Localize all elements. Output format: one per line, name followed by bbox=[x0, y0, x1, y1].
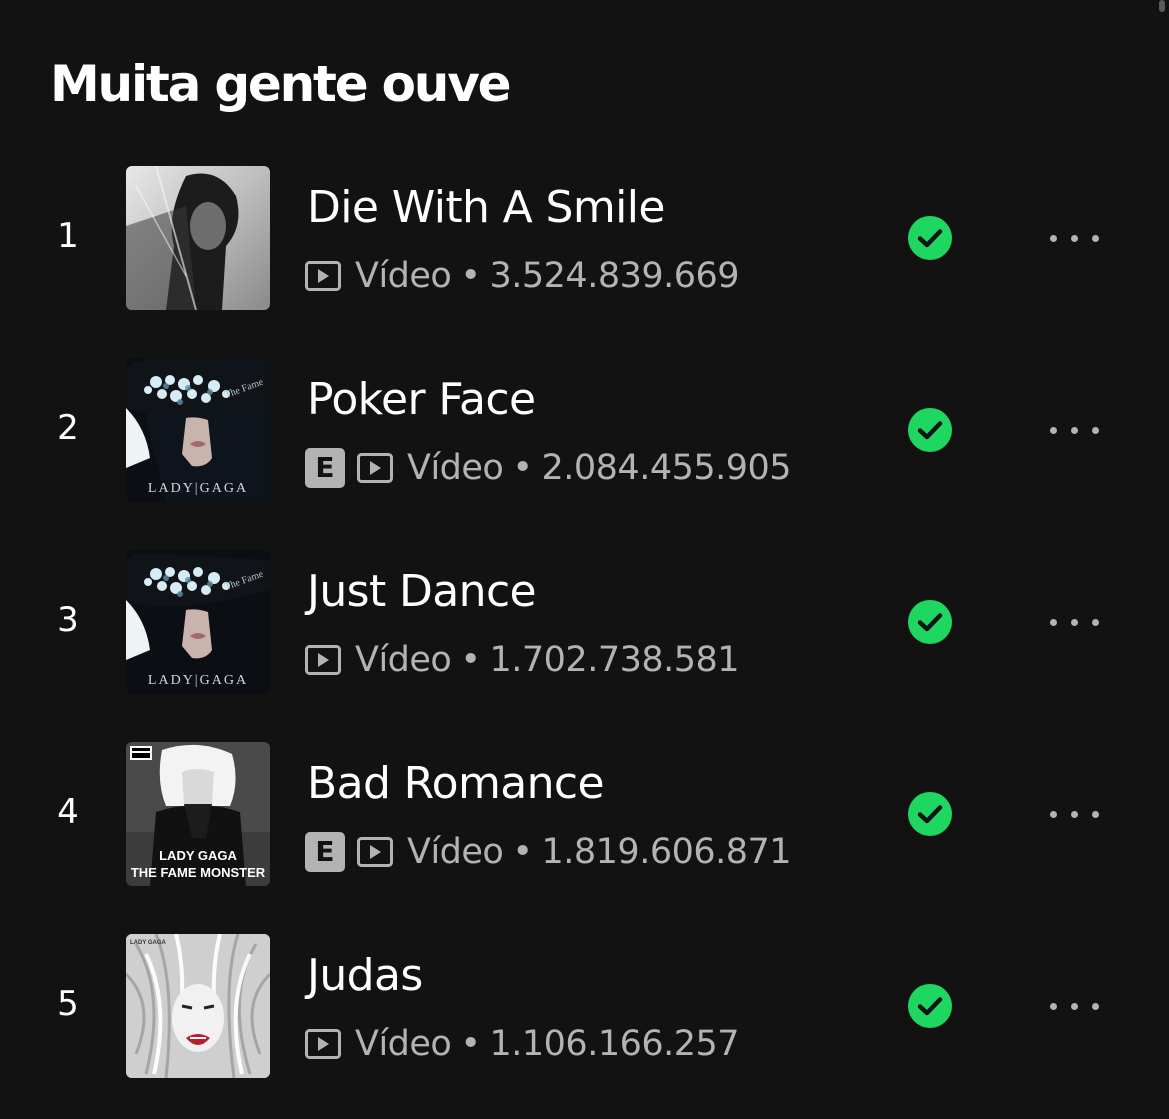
svg-text:LADY GAGA: LADY GAGA bbox=[130, 940, 167, 946]
track-title[interactable]: Die With A Smile bbox=[307, 180, 665, 236]
track-title[interactable]: Just Dance bbox=[307, 564, 537, 620]
video-icon bbox=[305, 261, 341, 291]
play-count: 1.819.606.871 bbox=[541, 832, 792, 872]
video-icon bbox=[305, 1029, 341, 1059]
media-type: Vídeo bbox=[407, 448, 504, 488]
track-meta: E Vídeo • 1.819.606.871 bbox=[305, 830, 792, 874]
check-circle-icon[interactable] bbox=[908, 600, 952, 644]
media-type: Vídeo bbox=[355, 640, 452, 680]
separator: • bbox=[460, 640, 481, 680]
album-cover: LADY GAGA bbox=[126, 934, 270, 1078]
play-count: 3.524.839.669 bbox=[489, 256, 740, 296]
track-title[interactable]: Bad Romance bbox=[307, 756, 605, 812]
track-rank: 1 bbox=[57, 216, 79, 256]
track-rank: 2 bbox=[57, 408, 79, 448]
more-options-icon[interactable] bbox=[1036, 798, 1112, 830]
popular-tracks-page: Muita gente ouve 1 Die With A Smile Víde… bbox=[0, 0, 1169, 1119]
track-rank: 3 bbox=[57, 600, 79, 640]
album-cover: The Fame LADY|GAGA bbox=[126, 550, 270, 694]
track-title[interactable]: Poker Face bbox=[307, 372, 536, 428]
track-title[interactable]: Judas bbox=[307, 948, 423, 1004]
video-icon bbox=[357, 453, 393, 483]
media-type: Vídeo bbox=[407, 832, 504, 872]
track-rank: 4 bbox=[57, 792, 79, 832]
explicit-badge: E bbox=[305, 448, 345, 488]
album-cover: The Fame LADY|GAGA bbox=[126, 358, 270, 502]
separator: • bbox=[460, 1024, 481, 1064]
section-title: Muita gente ouve bbox=[50, 55, 512, 113]
track-row[interactable]: 2 The Fame LADY|GAGA Poker Face E Vídeo … bbox=[0, 358, 1169, 502]
separator: • bbox=[512, 448, 533, 488]
track-row[interactable]: 4 LADY GAGA THE FAME MONSTER Bad Romance bbox=[0, 742, 1169, 886]
separator: • bbox=[512, 832, 533, 872]
track-meta: E Vídeo • 2.084.455.905 bbox=[305, 446, 792, 490]
album-cover: LADY GAGA THE FAME MONSTER bbox=[126, 742, 270, 886]
play-count: 1.106.166.257 bbox=[489, 1024, 740, 1064]
more-options-icon[interactable] bbox=[1036, 222, 1112, 254]
more-options-icon[interactable] bbox=[1036, 414, 1112, 446]
separator: • bbox=[460, 256, 481, 296]
explicit-badge: E bbox=[305, 832, 345, 872]
cover-text: LADY|GAGA bbox=[148, 481, 248, 496]
cover-text: LADY GAGA bbox=[159, 848, 237, 863]
video-icon bbox=[305, 645, 341, 675]
more-options-icon[interactable] bbox=[1036, 990, 1112, 1022]
play-count: 2.084.455.905 bbox=[541, 448, 792, 488]
video-icon bbox=[357, 837, 393, 867]
media-type: Vídeo bbox=[355, 1024, 452, 1064]
track-row[interactable]: 5 LADY GAGA Judas Vídeo • 1.106.166.257 bbox=[0, 934, 1169, 1078]
cover-subtext: THE FAME MONSTER bbox=[131, 865, 266, 880]
check-circle-icon[interactable] bbox=[908, 216, 952, 260]
cover-text: LADY|GAGA bbox=[148, 673, 248, 688]
track-row[interactable]: 3 The Fame LADY|GAGA Just Dance Vídeo • … bbox=[0, 550, 1169, 694]
check-circle-icon[interactable] bbox=[908, 792, 952, 836]
check-circle-icon[interactable] bbox=[908, 984, 952, 1028]
track-meta: Vídeo • 1.106.166.257 bbox=[305, 1022, 740, 1066]
scrollbar[interactable] bbox=[1159, 0, 1165, 12]
track-list: 1 Die With A Smile Vídeo • 3.524.839.669… bbox=[0, 166, 1169, 1119]
track-row[interactable]: 1 Die With A Smile Vídeo • 3.524.839.669 bbox=[0, 166, 1169, 310]
album-cover bbox=[126, 166, 270, 310]
media-type: Vídeo bbox=[355, 256, 452, 296]
check-circle-icon[interactable] bbox=[908, 408, 952, 452]
track-meta: Vídeo • 3.524.839.669 bbox=[305, 254, 740, 298]
more-options-icon[interactable] bbox=[1036, 606, 1112, 638]
track-rank: 5 bbox=[57, 984, 79, 1024]
track-meta: Vídeo • 1.702.738.581 bbox=[305, 638, 740, 682]
play-count: 1.702.738.581 bbox=[489, 640, 740, 680]
